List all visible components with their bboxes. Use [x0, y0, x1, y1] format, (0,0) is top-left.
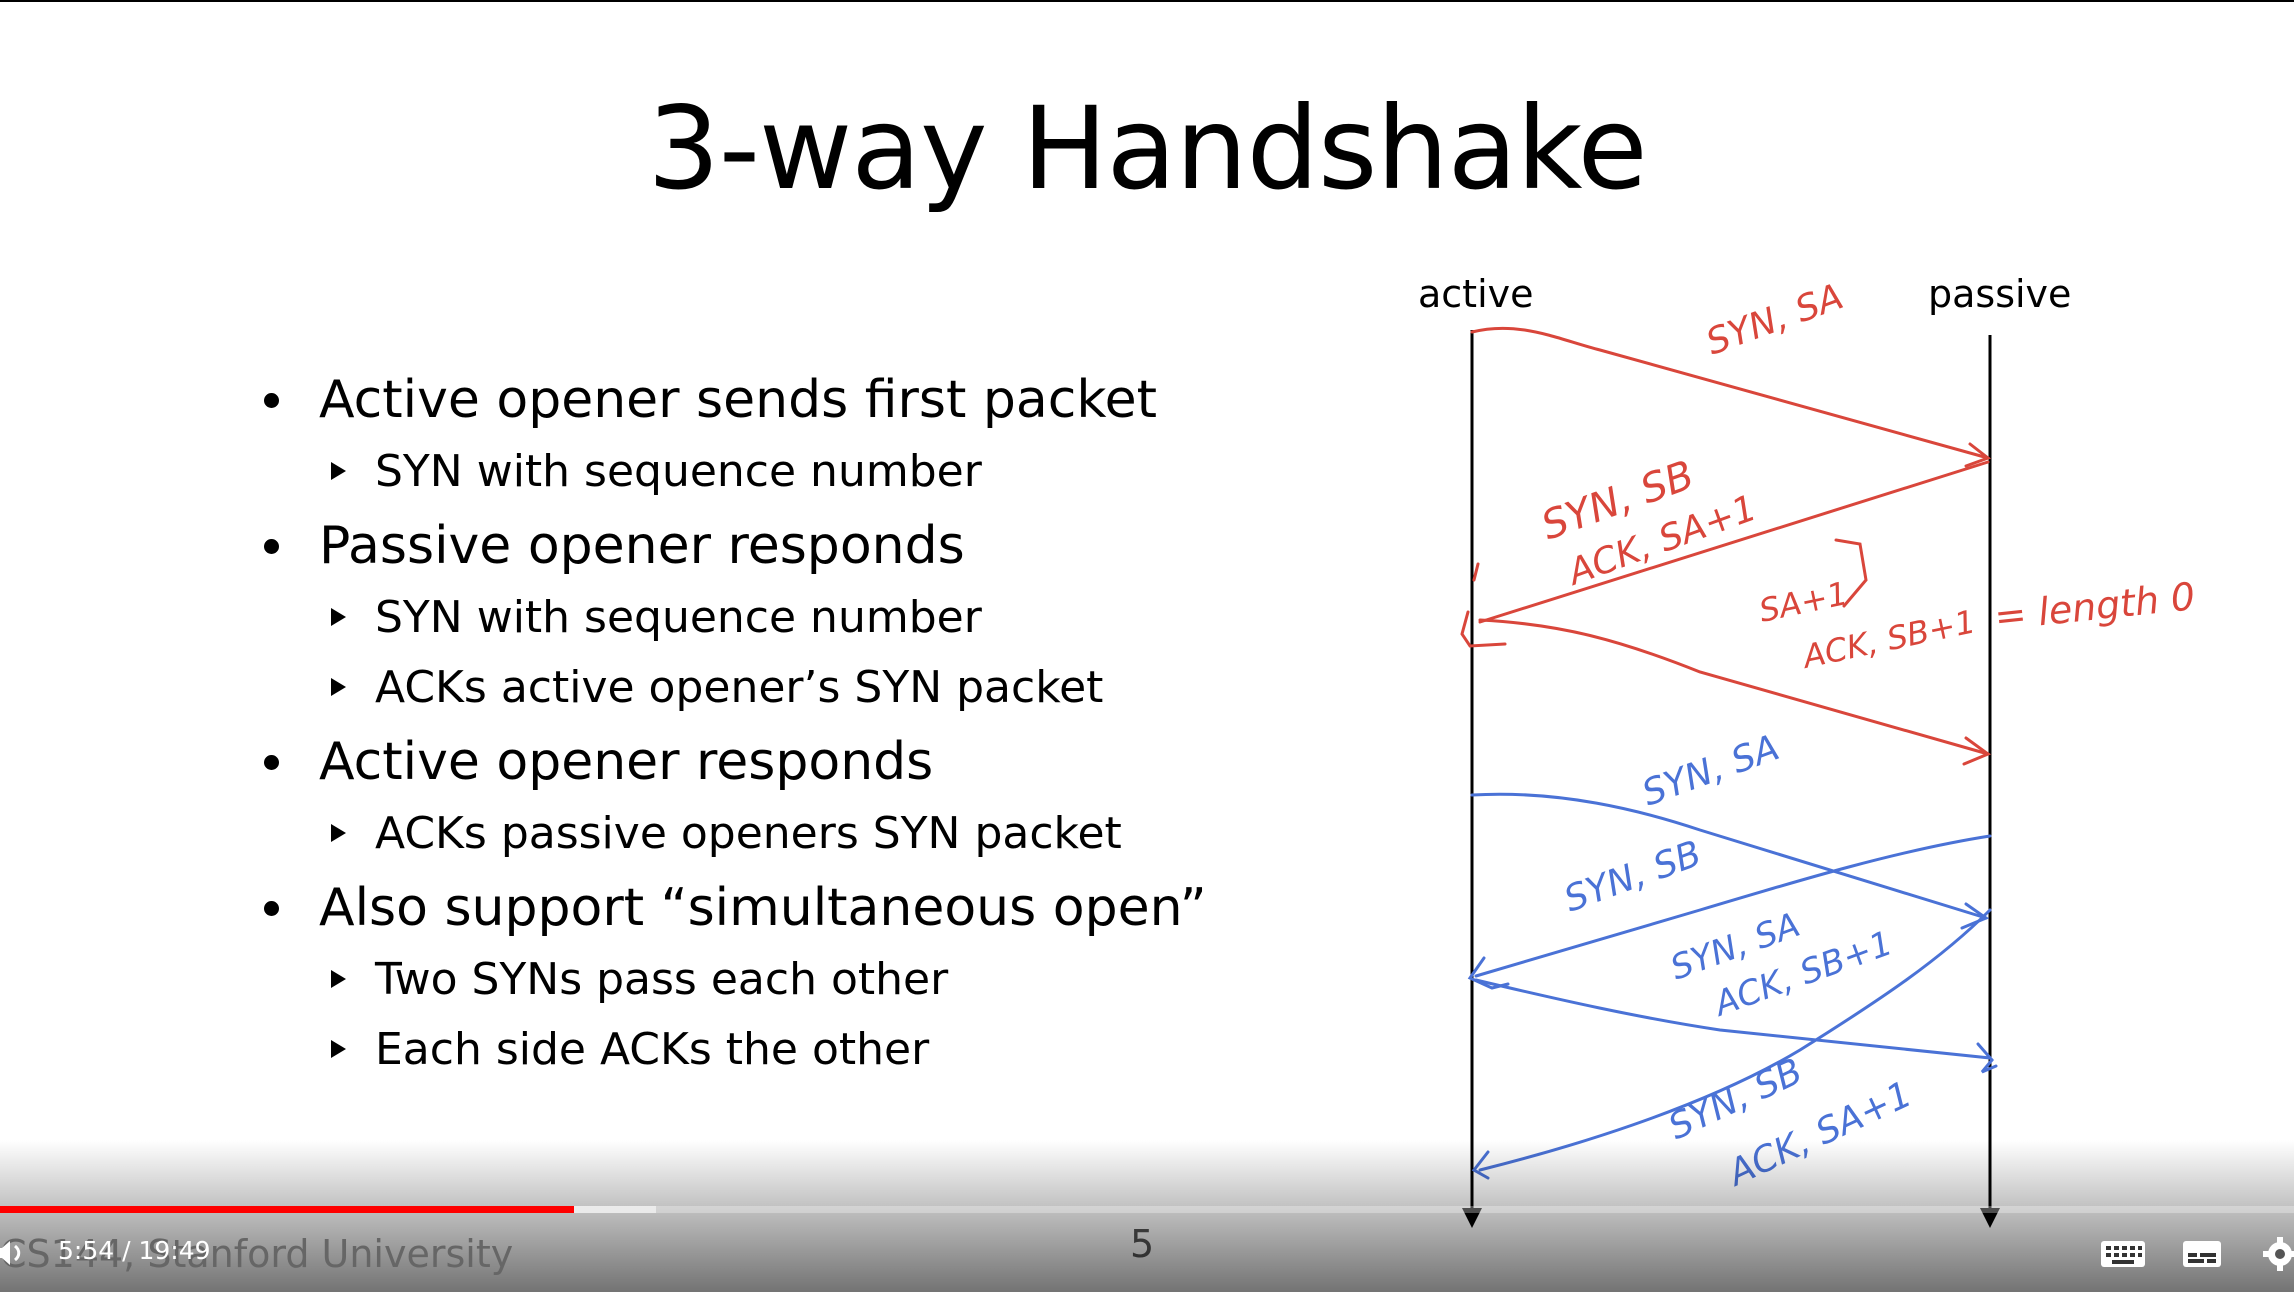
video-player[interactable]: 3-way Handshake Active opener sends firs… [0, 0, 2294, 1292]
progress-bar[interactable] [0, 1206, 2294, 1213]
blue-annotations: SYN, SA SYN, SB SYN, SA ACK, SB+1 SYN, S… [1559, 727, 1918, 1195]
red-note: = length 0 [1992, 574, 2197, 639]
settings-button[interactable] [2262, 1236, 2294, 1276]
keyboard-button[interactable] [2100, 1238, 2146, 1274]
volume-button[interactable] [0, 1238, 26, 1272]
keyboard-icon [2101, 1241, 2145, 1267]
subtitles-icon [2183, 1241, 2221, 1267]
red-annotations: SYN, SA SYN, SB ACK, SA+1 SA+1 ACK, SB+1… [1536, 276, 2197, 676]
time-display: 5:54 / 19:49 [58, 1236, 211, 1265]
blue-note: SYN, SA [1637, 727, 1785, 814]
blue-syn-a-arrow [1470, 792, 1988, 920]
red-handshake-arrows [1460, 326, 1992, 766]
played-fill [0, 1206, 574, 1213]
subtitles-button[interactable] [2182, 1238, 2222, 1274]
volume-icon [0, 1241, 21, 1265]
handshake-diagram: SYN, SA SYN, SB ACK, SA+1 SA+1 ACK, SB+1… [1460, 276, 2197, 1228]
settings-icon [2263, 1237, 2294, 1271]
red-tick [1472, 562, 1480, 582]
red-note: SYN, SA [1701, 276, 1849, 363]
red-note: SA+1 [1756, 574, 1851, 630]
blue-note: SYN, SB [1559, 833, 1707, 920]
